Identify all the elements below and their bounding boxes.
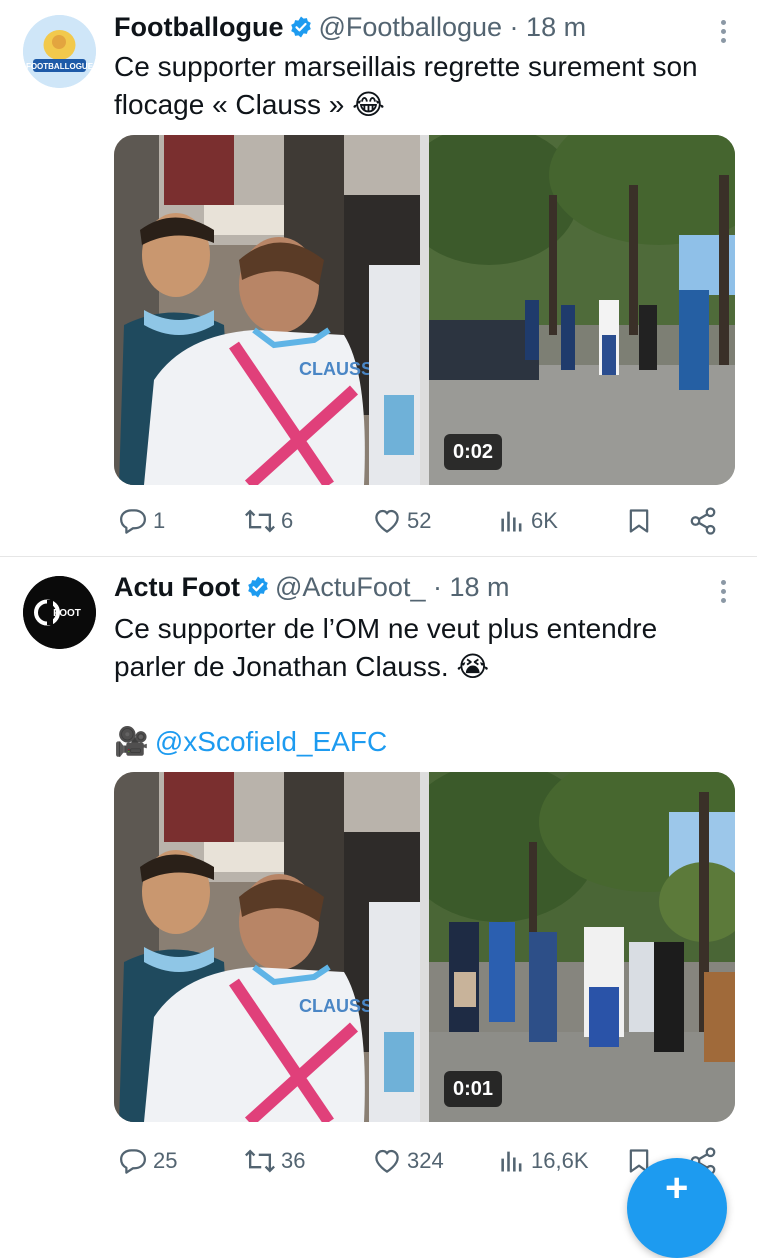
repost-button[interactable]: 6	[244, 501, 293, 541]
svg-text:CLAUSS: CLAUSS	[299, 359, 373, 379]
video-street[interactable]: 0:01	[429, 772, 735, 1122]
actufoot-logo: FOOT	[23, 576, 96, 649]
credit-mention-link[interactable]: @xScofield_EAFC	[155, 726, 387, 757]
action-bar: 1 6 52 6K	[114, 501, 734, 541]
media-grid[interactable]: CLAUSS	[114, 772, 735, 1122]
author-handle[interactable]: @ActuFoot_	[275, 572, 425, 602]
timestamp[interactable]: 18 m	[526, 12, 586, 42]
repost-button[interactable]: 36	[244, 1141, 305, 1181]
bookmark-icon	[629, 509, 649, 533]
tweet-text: Ce supporter marseillais regrette sureme…	[114, 51, 698, 120]
share-icon	[690, 507, 716, 535]
video-credit: 🎥 @xScofield_EAFC	[114, 723, 387, 761]
repost-count: 6	[281, 508, 294, 533]
views-icon	[501, 1151, 522, 1172]
video-duration: 0:01	[444, 1071, 503, 1107]
svg-text:CLAUSS: CLAUSS	[299, 996, 373, 1016]
video-duration: 0:02	[444, 434, 503, 470]
views-button[interactable]: 6K	[498, 501, 558, 541]
tweet-header: Footballogue @Footballogue · 18 m	[114, 11, 586, 43]
svg-text:FOOT: FOOT	[53, 608, 81, 619]
photo-supporters[interactable]: CLAUSS	[114, 135, 420, 485]
media-grid[interactable]: CLAUSS	[114, 135, 735, 485]
bookmark-button[interactable]	[625, 501, 653, 541]
footballogue-logo: FOOTBALLOGUE	[23, 15, 96, 88]
more-icon[interactable]	[721, 580, 727, 607]
repost-icon	[245, 1149, 275, 1173]
repost-count: 36	[281, 1148, 306, 1173]
reply-icon	[120, 1149, 146, 1174]
tweet[interactable]: FOOTBALLOGUE Footballogue @Footballogue ·…	[0, 0, 757, 556]
avatar[interactable]: FOOT	[23, 576, 96, 649]
svg-text:FOOTBALLOGUE: FOOTBALLOGUE	[26, 62, 94, 71]
repost-icon	[245, 509, 275, 533]
share-button[interactable]	[688, 501, 718, 541]
more-icon[interactable]	[721, 20, 727, 47]
views-count: 16,6K	[531, 1148, 589, 1173]
author-handle[interactable]: @Footballogue	[318, 12, 502, 42]
views-count: 6K	[531, 508, 558, 533]
like-button[interactable]: 52	[372, 501, 431, 541]
views-icon	[501, 511, 522, 532]
reply-button[interactable]: 25	[118, 1141, 177, 1181]
tweet[interactable]: FOOT Actu Foot @ActuFoot_ · 18 m Ce suppo…	[0, 557, 757, 1200]
like-icon	[375, 509, 399, 533]
compose-plus-icon: +	[665, 1166, 689, 1210]
like-icon	[375, 1149, 399, 1173]
tweet-text: Ce supporter de l’OM ne veut plus entend…	[114, 613, 658, 682]
views-button[interactable]: 16,6K	[498, 1141, 589, 1181]
verified-icon	[289, 14, 313, 38]
photo-supporters[interactable]: CLAUSS	[114, 772, 420, 1122]
author-name[interactable]: Actu Foot	[114, 572, 240, 602]
author-name[interactable]: Footballogue	[114, 12, 283, 42]
camera-icon: 🎥	[114, 726, 149, 757]
verified-icon	[246, 574, 270, 598]
reply-icon	[120, 509, 146, 534]
timestamp[interactable]: 18 m	[450, 572, 510, 602]
like-count: 52	[407, 508, 432, 533]
reply-count: 1	[153, 508, 166, 533]
video-street[interactable]: 0:02	[429, 135, 735, 485]
tweet-header: Actu Foot @ActuFoot_ · 18 m	[114, 571, 510, 603]
reply-count: 25	[153, 1148, 178, 1173]
separator-dot: ·	[432, 572, 442, 602]
compose-button[interactable]: +	[627, 1158, 727, 1258]
avatar[interactable]: FOOTBALLOGUE	[23, 15, 96, 88]
like-count: 324	[407, 1148, 444, 1173]
like-button[interactable]: 324	[372, 1141, 444, 1181]
reply-button[interactable]: 1	[118, 501, 165, 541]
separator-dot: ·	[509, 12, 519, 42]
